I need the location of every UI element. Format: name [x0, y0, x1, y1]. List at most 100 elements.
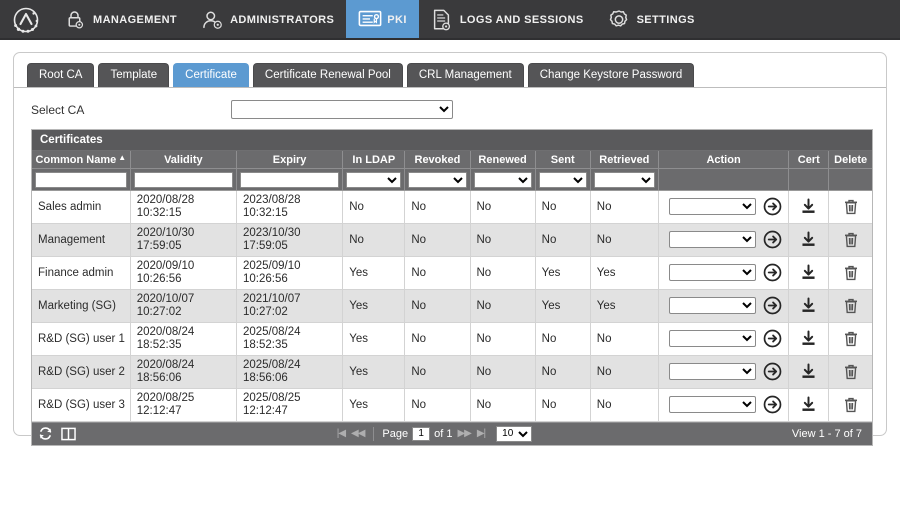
column-header-renewed[interactable]: Renewed	[470, 151, 536, 169]
trash-icon[interactable]	[835, 396, 866, 414]
table-row: R&D (SG) user 2 2020/08/24 18:56:06 2025/08…	[32, 355, 872, 389]
download-icon[interactable]	[795, 231, 822, 248]
trash-icon[interactable]	[835, 198, 866, 216]
filter-input-expiry[interactable]	[239, 171, 340, 188]
action-submit-arrow-icon[interactable]	[763, 362, 782, 381]
filter-input-common-name[interactable]	[35, 171, 127, 188]
nav-item-management[interactable]: MANAGEMENT	[52, 0, 189, 40]
download-icon[interactable]	[795, 363, 822, 380]
cell-cert	[788, 388, 830, 422]
first-page-icon[interactable]: |◀	[336, 428, 346, 439]
cell-in-ldap: No	[342, 223, 406, 257]
action-select[interactable]	[668, 396, 757, 413]
cell-revoked: No	[404, 223, 471, 257]
table-body: Sales admin 2020/08/28 10:32:15 2023/08/28 1…	[32, 190, 872, 422]
cell-validity: 2020/09/10 10:26:56	[130, 256, 237, 290]
filter-select-revoked[interactable]	[408, 171, 467, 188]
cell-sent: No	[535, 322, 591, 356]
column-header-revoked[interactable]: Revoked	[404, 151, 471, 169]
column-header-in-ldap[interactable]: In LDAP	[342, 151, 406, 169]
action-submit-arrow-icon[interactable]	[763, 395, 782, 414]
cell-action	[658, 256, 790, 290]
download-icon[interactable]	[795, 297, 822, 314]
action-submit-arrow-icon[interactable]	[763, 197, 782, 216]
filter-input-validity[interactable]	[133, 171, 233, 188]
action-submit-arrow-icon[interactable]	[763, 329, 782, 348]
tab-root-ca[interactable]: Root CA	[27, 63, 95, 87]
columns-icon[interactable]	[61, 427, 76, 441]
cell-common-name: R&D (SG) user 1	[32, 322, 131, 356]
nav-item-pki[interactable]: PKI	[346, 0, 419, 40]
cell-delete	[828, 355, 872, 389]
action-select[interactable]	[668, 264, 757, 281]
last-page-icon[interactable]: ▶|	[476, 428, 486, 439]
action-select[interactable]	[668, 330, 757, 347]
action-submit-arrow-icon[interactable]	[763, 263, 782, 282]
tab-template[interactable]: Template	[98, 63, 170, 87]
cell-common-name: Marketing (SG)	[32, 289, 131, 323]
page-number-input[interactable]	[412, 426, 431, 441]
filter-cell-delete	[828, 168, 872, 191]
cell-delete	[828, 322, 872, 356]
column-header-expiry[interactable]: Expiry	[236, 151, 344, 169]
select-ca-dropdown[interactable]	[231, 100, 453, 119]
table-row: Management 2020/10/30 17:59:05 2023/10/30 17…	[32, 223, 872, 257]
download-icon[interactable]	[795, 396, 822, 413]
trash-icon[interactable]	[835, 231, 866, 249]
trash-icon[interactable]	[835, 297, 866, 315]
action-select[interactable]	[668, 363, 757, 380]
tab-crl-management[interactable]: CRL Management	[406, 63, 524, 87]
action-select[interactable]	[668, 297, 757, 314]
download-icon[interactable]	[795, 264, 822, 281]
table-row: R&D (SG) user 1 2020/08/24 18:52:35 2025/08…	[32, 322, 872, 356]
trash-icon[interactable]	[835, 330, 866, 348]
select-ca-row: Select CA	[14, 88, 886, 129]
tab-certificate[interactable]: Certificate	[173, 63, 249, 87]
cell-sent: No	[535, 223, 591, 257]
user-gear-icon	[201, 9, 223, 31]
filter-select-sent[interactable]	[538, 171, 587, 188]
next-page-icon[interactable]: ▶▶	[456, 428, 471, 439]
filter-select-retrieved[interactable]	[593, 171, 655, 188]
cell-validity: 2020/08/24 18:56:06	[130, 355, 237, 389]
trash-icon[interactable]	[835, 264, 866, 282]
cell-action	[658, 355, 790, 389]
cell-action	[658, 223, 790, 257]
page-total-label: of 1	[434, 427, 453, 440]
cell-in-ldap: Yes	[342, 256, 406, 290]
table-row: Marketing (SG) 2020/10/07 10:27:02 2021/10/…	[32, 289, 872, 323]
action-submit-arrow-icon[interactable]	[763, 230, 782, 249]
cell-retrieved: No	[590, 223, 659, 257]
filter-cell-cert	[788, 168, 830, 191]
tab-certificate-renewal-pool[interactable]: Certificate Renewal Pool	[252, 63, 403, 87]
nav-label-administrators: ADMINISTRATORS	[230, 14, 335, 26]
action-submit-arrow-icon[interactable]	[763, 296, 782, 315]
cell-cert	[788, 355, 830, 389]
refresh-icon[interactable]	[38, 426, 53, 441]
column-header-common-name[interactable]: Common Name ▲	[32, 151, 131, 169]
filter-select-in-ldap[interactable]	[346, 171, 402, 188]
cell-revoked: No	[404, 322, 471, 356]
column-header-retrieved[interactable]: Retrieved	[590, 151, 659, 169]
page-size-select[interactable]: 10	[496, 425, 533, 442]
nav-item-settings[interactable]: SETTINGS	[596, 0, 707, 40]
column-header-sent[interactable]: Sent	[535, 151, 591, 169]
table-header-row: Common Name ▲ Validity Expiry In LDAP Rev…	[32, 151, 872, 169]
filter-select-renewed[interactable]	[473, 171, 532, 188]
top-navigation-bar: MANAGEMENT ADMINISTRATORS PKI LOGS AND S…	[0, 0, 900, 40]
download-icon[interactable]	[795, 330, 822, 347]
cell-revoked: No	[404, 355, 471, 389]
cell-sent: No	[535, 190, 591, 224]
action-select[interactable]	[668, 231, 757, 248]
prev-page-icon[interactable]: ◀◀	[350, 428, 365, 439]
nav-item-logs-and-sessions[interactable]: LOGS AND SESSIONS	[419, 0, 596, 40]
nav-item-administrators[interactable]: ADMINISTRATORS	[189, 0, 346, 40]
trash-icon[interactable]	[835, 363, 866, 381]
column-header-validity[interactable]: Validity	[130, 151, 237, 169]
filter-cell-action	[658, 168, 790, 191]
action-select[interactable]	[668, 198, 757, 215]
cell-cert	[788, 256, 830, 290]
app-logo	[0, 0, 52, 40]
download-icon[interactable]	[795, 198, 822, 215]
tab-change-keystore-password[interactable]: Change Keystore Password	[527, 63, 695, 87]
